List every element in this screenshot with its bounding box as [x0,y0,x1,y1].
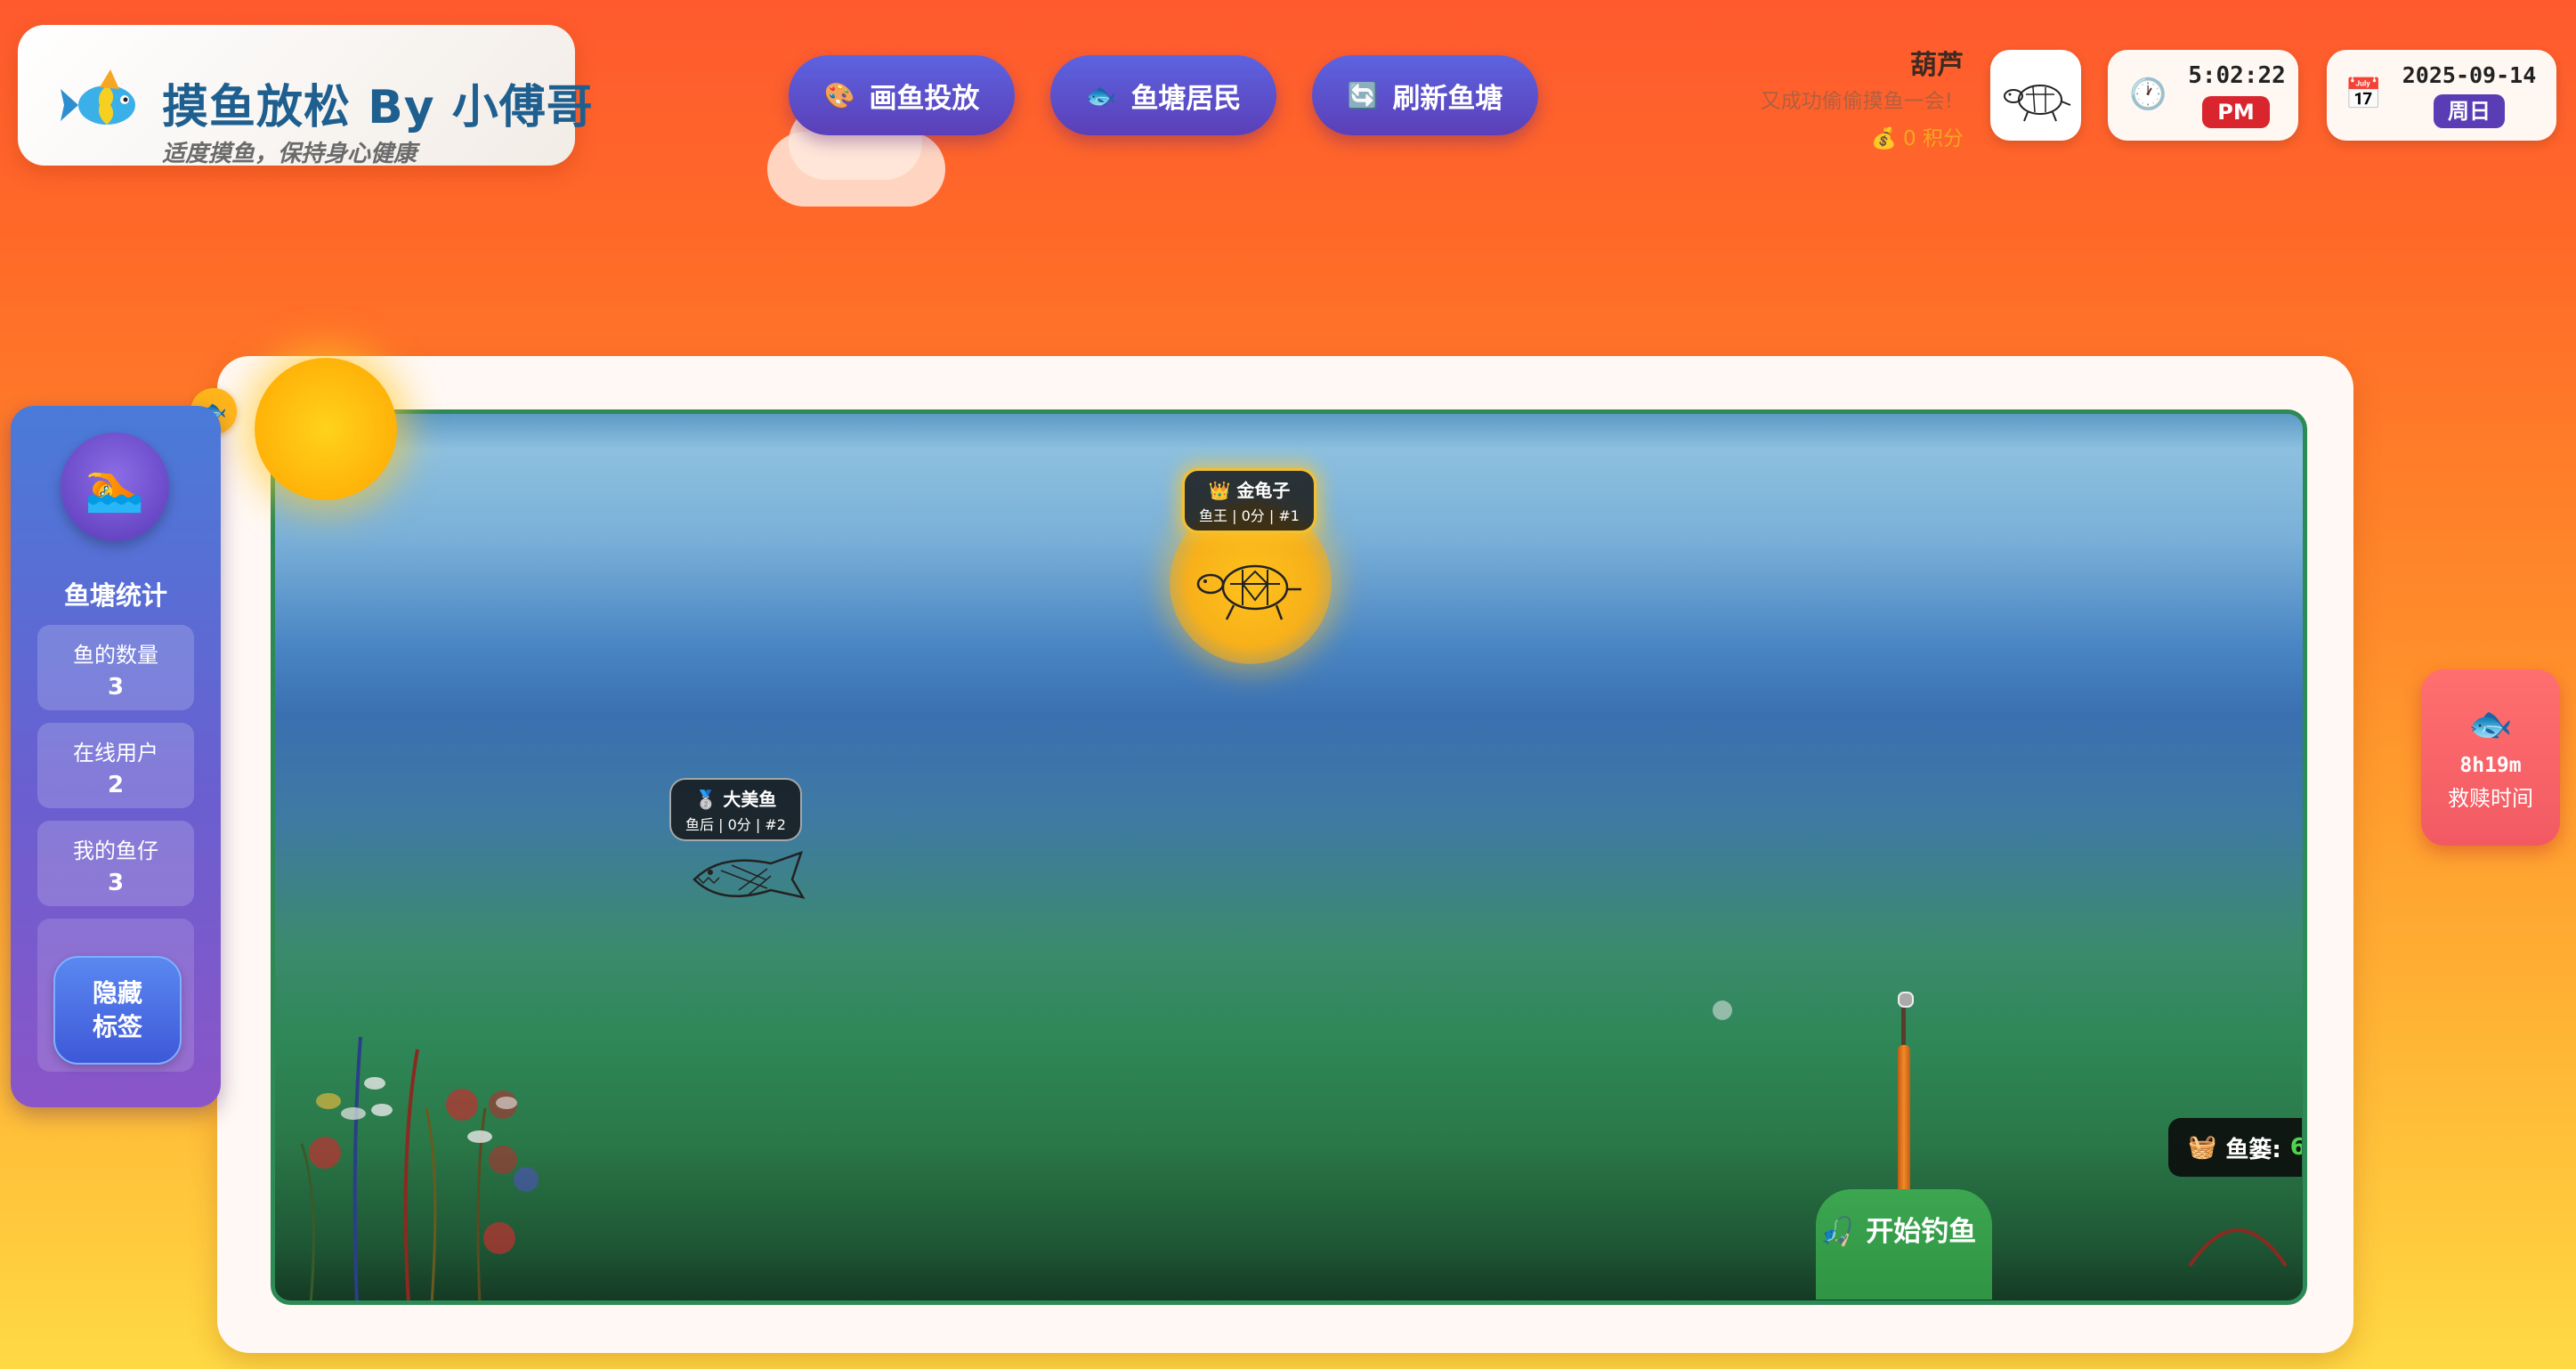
sun-decoration [255,358,397,500]
stats-panel: 🏊 鱼塘统计 鱼的数量 3 在线用户 2 我的鱼仔 3 隐藏标签 [11,406,221,1107]
date-card: 📅 2025-09-14 周日 [2327,50,2556,141]
fishing-bobber [1898,992,1914,1008]
draw-fish-label: 画鱼投放 [869,82,980,115]
user-name: 葫芦 [1910,50,1964,81]
hide-labels-label: 隐藏标签 [92,978,142,1041]
fish-label-queen: 🥈 大美鱼 鱼后 | 0分 | #2 [669,778,802,841]
stat-label: 在线用户 [73,741,158,766]
tropical-fish-icon [55,53,153,151]
draw-fish-button[interactable]: 🎨 画鱼投放 [789,55,1015,135]
start-fishing-button[interactable]: 🎣 开始钓鱼 [1816,1189,1992,1300]
hide-labels-button[interactable]: 隐藏标签 [53,956,182,1065]
fish-icon: 🐟 [2468,704,2513,745]
redeem-time-label: 救赎时间 [2448,786,2533,811]
cloud-decoration [767,132,945,207]
crown-icon: 👑 [1208,480,1231,501]
title-card: 摸鱼放松 By 小傅哥 适度摸鱼，保持身心健康 [18,25,593,167]
user-message: 又成功偷偷摸鱼一会! [1760,90,1953,113]
clock-time: 5:02:22 [2188,62,2286,89]
refresh-pond-button[interactable]: 🔄 刷新鱼塘 [1312,55,1538,135]
basket-count: 6 [2289,1134,2302,1161]
stats-title: 鱼塘统计 [63,580,167,611]
date-value: 2025-09-14 [2402,62,2537,88]
fish-info: 鱼后 | 0分 | #2 [685,816,786,833]
stat-online-users: 在线用户 2 [37,723,194,808]
medal-icon: 🥈 [694,789,717,810]
pond-residents-label: 鱼塘居民 [1130,82,1242,115]
bubble-decoration [1713,1000,1732,1020]
turtle-fish-icon[interactable] [1184,541,1317,630]
fish-info: 鱼王 | 0分 | #1 [1199,507,1300,524]
stat-label: 鱼的数量 [73,643,158,668]
drawn-fish-icon[interactable] [685,844,819,915]
stat-value: 3 [107,674,125,701]
stat-value: 2 [107,772,125,798]
basket-icon: 🧺 [2188,1134,2217,1161]
clock-card: 🕐 5:02:22 PM [2108,50,2298,141]
fish-label-king: 👑 金龟子 鱼王 | 0分 | #1 [1182,468,1316,533]
avatar[interactable] [1990,50,2081,141]
fish-icon: 🐟 [1085,80,1117,110]
fish-name: 🥈 大美鱼 [694,789,777,810]
stat-fish-count: 鱼的数量 3 [37,625,194,710]
redeem-time-value: 8h19m [2459,754,2522,777]
wave-swim-icon: 🏊 [61,433,169,541]
refresh-pond-label: 刷新鱼塘 [1392,82,1503,115]
clock-period-badge: PM [2202,96,2270,128]
basket-label: 鱼篓: [2225,1136,2281,1163]
redeem-time-card[interactable]: 🐟 8h19m 救赎时间 [2421,669,2560,846]
weekday-badge: 周日 [2434,94,2505,128]
basket-handle-decoration [2188,1228,2288,1268]
pond-residents-button[interactable]: 🐟 鱼塘居民 [1050,55,1276,135]
fish-basket[interactable]: 🧺 鱼篓: 6 [2168,1118,2302,1177]
fish-name: 👑 金龟子 [1208,480,1291,501]
page-title: 摸鱼放松 By 小傅哥 [162,81,594,134]
fishing-rod [1898,1045,1910,1195]
stat-my-fish: 我的鱼仔 3 [37,821,194,906]
start-fishing-label: 开始钓鱼 [1866,1216,1977,1248]
clock-icon: 🕐 [2129,77,2167,112]
user-points: 💰 0 积分 [1871,127,1964,150]
fishing-rod-icon: 🎣 [1819,1216,1855,1248]
seaweed-decoration [300,1036,539,1300]
stat-value: 3 [107,870,125,896]
calendar-icon: 📅 [2345,77,2383,112]
page-subtitle: 适度摸鱼，保持身心健康 [162,141,417,167]
palette-icon: 🎨 [823,80,855,110]
refresh-icon: 🔄 [1347,80,1379,110]
stat-label: 我的鱼仔 [73,838,158,863]
turtle-avatar-icon [2004,85,2071,122]
